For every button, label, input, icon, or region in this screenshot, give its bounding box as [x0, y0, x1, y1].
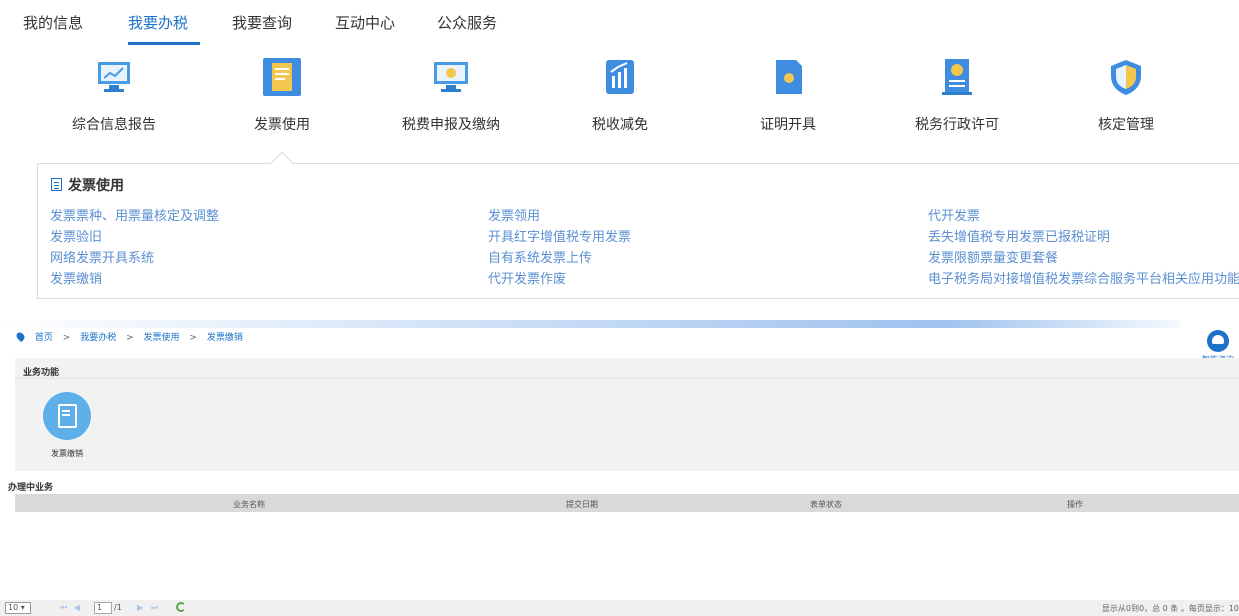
- function-invoice-cancel[interactable]: 发票缴销: [39, 392, 95, 459]
- category-tax-reduction[interactable]: 税收减免: [560, 58, 680, 134]
- last-page-icon[interactable]: ⏭: [151, 603, 158, 613]
- tab-my-info[interactable]: 我的信息: [23, 12, 83, 33]
- category-label: 税务行政许可: [915, 117, 999, 133]
- breadcrumb-separator: >: [189, 333, 197, 343]
- invoice-document-icon: [263, 58, 301, 96]
- submenu-column-2: 发票领用 开具红字增值税专用发票 自有系统发票上传 代开发票作废: [488, 206, 631, 290]
- function-label: 发票缴销: [51, 449, 83, 458]
- top-navigation: 我的信息 我要办税 我要查询 互动中心 公众服务: [0, 0, 1239, 45]
- breadcrumb: 首页 > 我要办税 > 发票使用 > 发票缴销: [14, 330, 243, 343]
- monitor-coin-icon: [434, 62, 468, 92]
- category-label: 税收减免: [592, 117, 648, 133]
- submenu-title-text: 发票使用: [68, 178, 124, 194]
- breadcrumb-level2[interactable]: 发票使用: [144, 333, 180, 343]
- submenu-pointer: [270, 151, 294, 175]
- submenu-link[interactable]: 自有系统发票上传: [488, 248, 631, 269]
- submenu-link[interactable]: 发票票种、用票量核定及调整: [50, 206, 219, 227]
- submenu-title: 发票使用: [51, 175, 124, 195]
- category-invoice-use[interactable]: 发票使用: [222, 58, 342, 134]
- business-functions-section: 业务功能 发票缴销: [15, 358, 1239, 471]
- category-info-report[interactable]: 综合信息报告: [54, 58, 174, 134]
- category-tax-declaration[interactable]: 税费申报及缴纳: [391, 58, 511, 134]
- submenu-column-3: 代开发票 丢失增值税专用发票已报税证明 发票限额票量变更套餐 电子税务局对接增值…: [928, 206, 1239, 290]
- submenu-link[interactable]: 代开发票: [928, 206, 1239, 227]
- submenu-link[interactable]: 电子税务局对接增值税发票综合服务平台相关应用功能: [928, 269, 1239, 290]
- active-tab-indicator: [128, 42, 200, 45]
- page-size-value: 10: [8, 603, 19, 612]
- submenu-link[interactable]: 发票限额票量变更套餐: [928, 248, 1239, 269]
- page-number-input[interactable]: 1: [94, 602, 112, 614]
- page-size-select[interactable]: 10 ▾: [5, 602, 31, 614]
- tab-public-service[interactable]: 公众服务: [437, 12, 497, 33]
- breadcrumb-separator: >: [62, 333, 71, 343]
- submenu-link[interactable]: 开具红字增值税专用发票: [488, 227, 631, 248]
- headset-icon: [1207, 330, 1229, 352]
- category-label: 税费申报及缴纳: [402, 117, 500, 133]
- location-pin-icon: [14, 330, 27, 343]
- pending-section-heading: 办理中业务: [8, 483, 54, 493]
- column-header[interactable]: 表单状态: [810, 499, 842, 510]
- category-label: 证明开具: [760, 117, 816, 133]
- inner-page: 首页 > 我要办税 > 发票使用 > 发票缴销 智能咨询 业务功能 发票缴销 办…: [0, 320, 1239, 616]
- section-heading: 业务功能: [23, 368, 60, 378]
- category-label: 核定管理: [1098, 117, 1154, 133]
- tab-query[interactable]: 我要查询: [232, 12, 292, 33]
- pagination-bar: 10 ▾ ⏮ ◀ 1 /1 ▶ ⏭ 显示从0到0，总 0 条 。每页显示：10: [0, 600, 1239, 616]
- submenu-link[interactable]: 发票领用: [488, 206, 631, 227]
- breadcrumb-level1[interactable]: 我要办税: [80, 333, 116, 343]
- header-divider: [0, 320, 1180, 328]
- column-header[interactable]: 提交日期: [566, 499, 598, 510]
- chart-reduction-icon: [606, 60, 634, 94]
- refresh-icon[interactable]: [176, 602, 186, 612]
- license-badge-icon: [942, 59, 972, 95]
- submenu-link[interactable]: 发票验旧: [50, 227, 219, 248]
- category-admin-license[interactable]: 税务行政许可: [897, 58, 1017, 134]
- certificate-icon: [776, 60, 802, 94]
- category-label: 综合信息报告: [72, 117, 156, 133]
- submenu-link[interactable]: 丢失增值税专用发票已报税证明: [928, 227, 1239, 248]
- category-label: 发票使用: [254, 117, 310, 133]
- submenu-link[interactable]: 网络发票开具系统: [50, 248, 219, 269]
- total-pages: /1: [114, 603, 122, 612]
- submenu-link[interactable]: 发票缴销: [50, 269, 219, 290]
- breadcrumb-separator: >: [126, 333, 134, 343]
- category-certificate[interactable]: 证明开具: [728, 58, 848, 134]
- invoice-use-submenu: 发票使用 发票票种、用票量核定及调整 发票验旧 网络发票开具系统 发票缴销 发票…: [37, 151, 1239, 299]
- column-header[interactable]: 操作: [1067, 499, 1083, 510]
- breadcrumb-current: 发票缴销: [206, 333, 243, 343]
- submenu-link[interactable]: 代开发票作废: [488, 269, 631, 290]
- breadcrumb-home[interactable]: 首页: [35, 333, 53, 343]
- invoice-edit-icon: [43, 392, 91, 440]
- shield-icon: [1111, 60, 1141, 95]
- tab-interaction[interactable]: 互动中心: [335, 12, 395, 33]
- category-row: 综合信息报告 发票使用 税费申报及缴纳 税收减免 证明开具 税务行政许可 核定管…: [0, 58, 1239, 148]
- monitor-chart-icon: [98, 62, 130, 92]
- column-header[interactable]: 业务名称: [233, 499, 265, 510]
- next-page-icon[interactable]: ▶: [137, 603, 143, 612]
- submenu-column-1: 发票票种、用票量核定及调整 发票验旧 网络发票开具系统 发票缴销: [50, 206, 219, 290]
- first-page-icon[interactable]: ⏮: [60, 603, 67, 613]
- pagination-info: 显示从0到0，总 0 条 。每页显示：10: [1101, 604, 1239, 613]
- prev-page-icon[interactable]: ◀: [74, 603, 80, 612]
- document-icon: [51, 178, 62, 191]
- section-divider: [15, 378, 1239, 379]
- category-assessment[interactable]: 核定管理: [1066, 58, 1186, 134]
- pending-table-header: 业务名称 提交日期 表单状态 操作: [15, 494, 1239, 512]
- tab-tax-handling[interactable]: 我要办税: [128, 12, 188, 33]
